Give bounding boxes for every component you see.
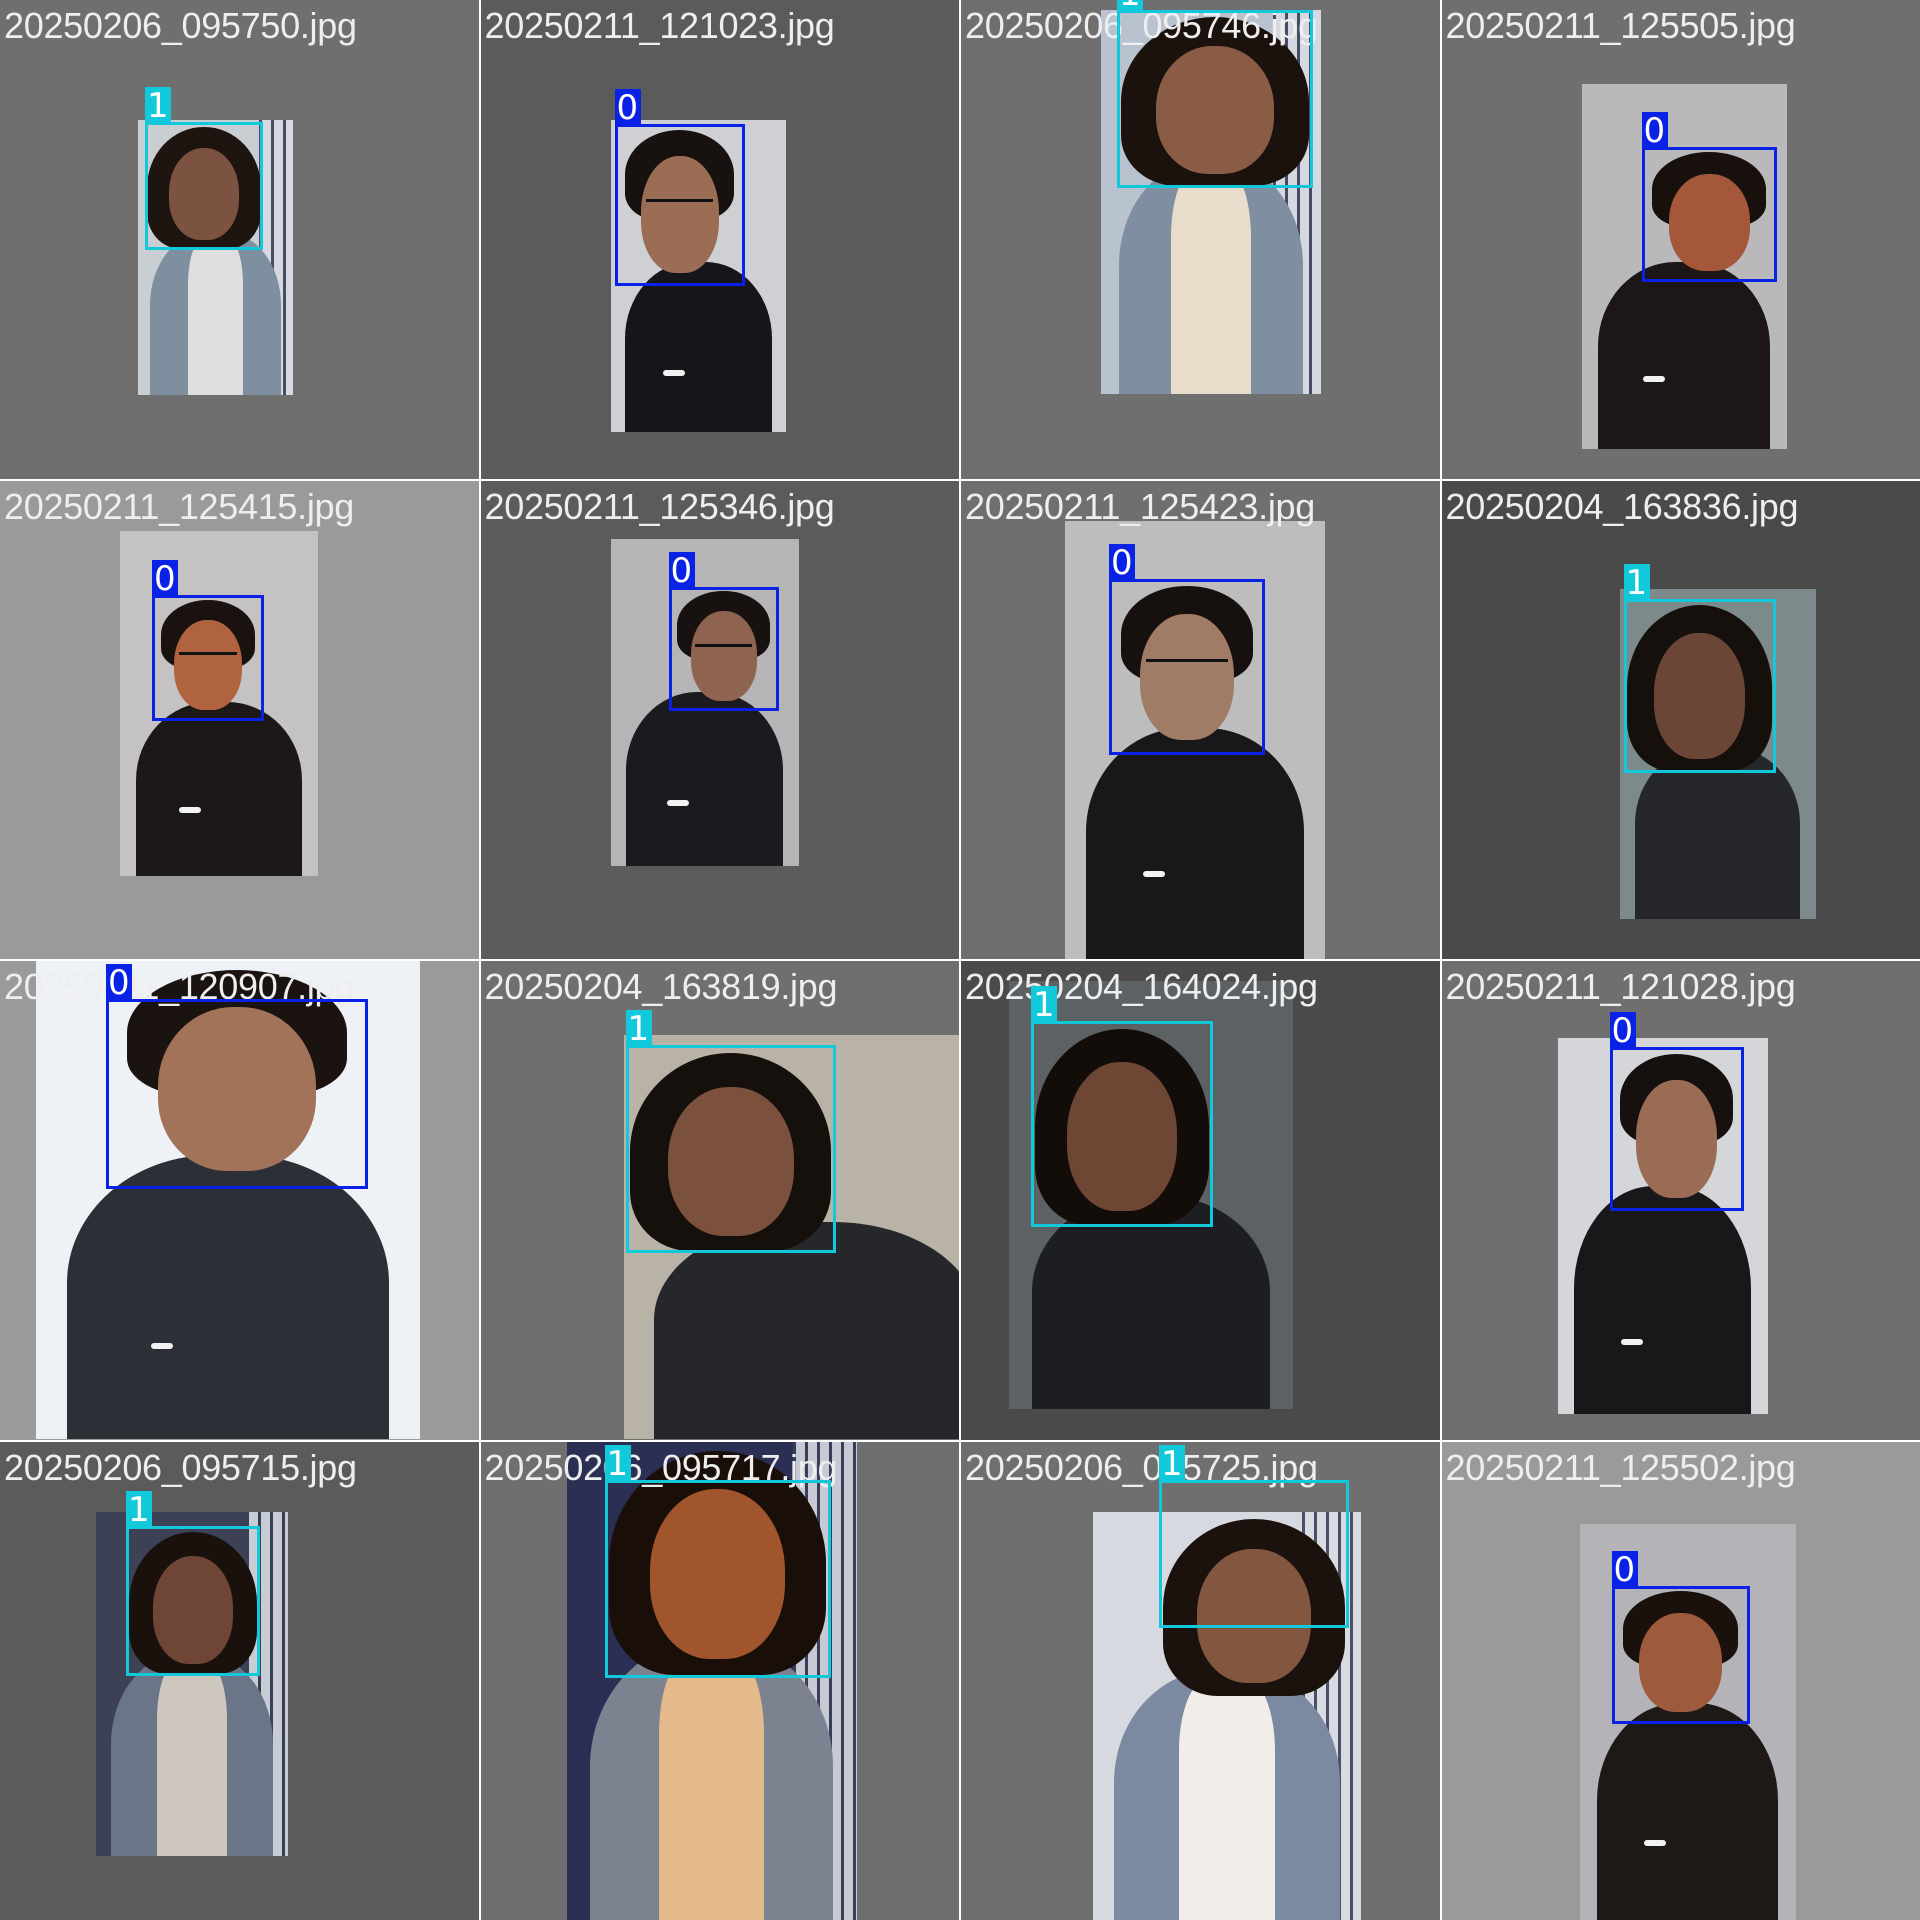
detection-box: 0 bbox=[152, 559, 264, 721]
detection-box: 0 bbox=[1641, 112, 1777, 282]
detection-box: 1 bbox=[1159, 1444, 1349, 1628]
shirt bbox=[1178, 1678, 1276, 1920]
class-label: 1 bbox=[625, 1010, 652, 1048]
detection-box: 1 bbox=[126, 1490, 260, 1676]
class-label: 0 bbox=[614, 89, 641, 127]
class-label: 1 bbox=[1117, 0, 1143, 13]
image-tile: 20250211_121028.jpg 0 bbox=[1441, 961, 1920, 1440]
shirt bbox=[1171, 170, 1251, 394]
jacket-logo bbox=[666, 800, 689, 807]
detection-box: 1 bbox=[1117, 0, 1313, 188]
shirt bbox=[157, 1660, 227, 1856]
torso bbox=[1596, 1702, 1779, 1920]
shirt bbox=[187, 237, 244, 395]
detection-box: 1 bbox=[604, 1444, 831, 1678]
image-tile: 20250211_120907.jpg 0 bbox=[0, 961, 479, 1440]
jacket-logo bbox=[1643, 376, 1665, 382]
image-tile: 20250211_125423.jpg 0 bbox=[961, 480, 1440, 959]
torso bbox=[625, 691, 784, 866]
image-filename: 20250206_095750.jpg bbox=[4, 5, 357, 46]
class-label: 1 bbox=[145, 87, 171, 125]
class-label: 0 bbox=[1611, 1550, 1638, 1589]
torso bbox=[1031, 1196, 1271, 1409]
class-label: 1 bbox=[126, 1490, 152, 1529]
image-tile: 20250206_095725.jpg 1 bbox=[961, 1441, 1440, 1920]
image-filename: 20250211_125423.jpg bbox=[965, 485, 1315, 527]
jacket-logo bbox=[1620, 1338, 1643, 1345]
image-filename: 20250211_121028.jpg bbox=[1445, 966, 1796, 1007]
image-tile: 20250211_125502.jpg 0 bbox=[1441, 1441, 1920, 1920]
image-tile: 20250211_125346.jpg 0 bbox=[480, 480, 959, 959]
image-tile: 20250211_125415.jpg 0 bbox=[0, 480, 479, 959]
class-label: 0 bbox=[1109, 543, 1135, 582]
class-label: 0 bbox=[1641, 112, 1668, 150]
class-label: 1 bbox=[1031, 986, 1057, 1024]
jacket-logo bbox=[1644, 1840, 1667, 1847]
image-tile: 20250204_163836.jpg 1 bbox=[1441, 480, 1920, 959]
detection-box: 0 bbox=[668, 551, 779, 711]
torso bbox=[1574, 1186, 1751, 1414]
image-tile: 20250206_095746.jpg1 bbox=[961, 0, 1440, 479]
image-filename: 20250211_125346.jpg bbox=[484, 485, 835, 527]
torso bbox=[135, 701, 303, 876]
class-label: 0 bbox=[668, 551, 695, 590]
detection-box: 1 bbox=[145, 87, 263, 250]
class-label: 1 bbox=[1623, 563, 1650, 602]
jacket-logo bbox=[151, 1343, 174, 1350]
detection-box: 0 bbox=[106, 964, 368, 1189]
torso bbox=[66, 1154, 390, 1439]
image-filename: 20250211_125415.jpg bbox=[4, 485, 354, 527]
detection-box: 1 bbox=[1623, 563, 1776, 773]
torso bbox=[624, 261, 772, 432]
detection-box: 0 bbox=[1609, 1012, 1744, 1211]
image-filename: 20250211_125505.jpg bbox=[1445, 5, 1796, 46]
detection-box: 0 bbox=[1109, 543, 1265, 755]
torso bbox=[1597, 261, 1771, 449]
shirt bbox=[659, 1653, 764, 1920]
detection-box: 0 bbox=[1611, 1550, 1750, 1724]
jacket-logo bbox=[179, 806, 202, 813]
image-tile: 20250211_121023.jpg 0 bbox=[480, 0, 959, 479]
class-label: 1 bbox=[604, 1444, 631, 1483]
class-label: 0 bbox=[106, 964, 132, 1002]
class-label: 0 bbox=[152, 559, 178, 598]
class-label: 1 bbox=[1159, 1444, 1185, 1483]
jacket-logo bbox=[1143, 870, 1165, 877]
image-filename: 20250206_095715.jpg bbox=[4, 1446, 357, 1488]
image-filename: 20250204_163819.jpg bbox=[484, 966, 838, 1007]
image-filename: 20250211_125502.jpg bbox=[1445, 1446, 1796, 1488]
image-tile: 20250206_095717.jpg 1 bbox=[480, 1441, 959, 1920]
image-tile: 20250206_095750.jpg 1 bbox=[0, 0, 479, 479]
image-tile: 20250206_095715.jpg 1 bbox=[0, 1441, 479, 1920]
torso bbox=[654, 1221, 959, 1439]
detection-box: 0 bbox=[614, 89, 745, 286]
jacket-logo bbox=[663, 369, 685, 376]
image-filename: 20250204_163836.jpg bbox=[1445, 485, 1799, 527]
image-tile: 20250211_125505.jpg 0 bbox=[1441, 0, 1920, 479]
image-tile: 20250204_164024.jpg 1 bbox=[961, 961, 1440, 1440]
image-filename: 20250204_164024.jpg bbox=[965, 966, 1318, 1007]
torso bbox=[1085, 728, 1305, 959]
detection-box: 1 bbox=[625, 1010, 836, 1253]
detection-mosaic: 20250206_095750.jpg 1 20250211_121023.jpg 0… bbox=[0, 0, 1920, 1920]
class-label: 0 bbox=[1609, 1012, 1636, 1050]
image-filename: 20250211_121023.jpg bbox=[484, 5, 835, 46]
detection-box: 1 bbox=[1031, 986, 1213, 1227]
image-tile: 20250204_163819.jpg 1 bbox=[480, 961, 959, 1440]
